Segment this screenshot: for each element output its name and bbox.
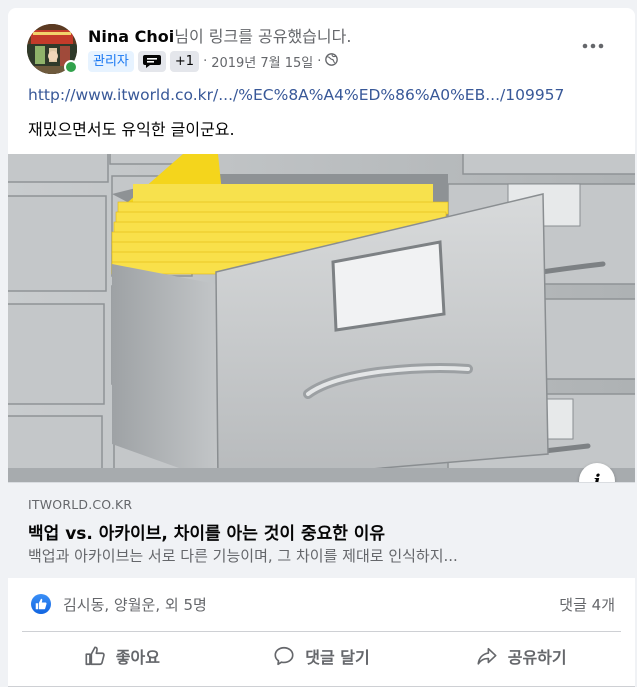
meta-separator: · <box>317 53 322 69</box>
like-reaction-icon[interactable] <box>31 594 51 614</box>
more-options-icon <box>582 43 604 49</box>
post-actions: 좋아요 댓글 달기 공유하기 <box>22 634 621 678</box>
comment-button-label: 댓글 달기 <box>305 648 370 667</box>
like-button-label: 좋아요 <box>115 648 160 667</box>
reactors-summary[interactable]: 김시동, 양월운, 외 5명 <box>63 594 207 615</box>
share-button[interactable]: 공유하기 <box>421 634 621 678</box>
shared-link-url[interactable]: http://www.itworld.co.kr/.../%EC%8A%A4%E… <box>28 86 564 104</box>
link-preview-image[interactable] <box>8 154 635 482</box>
comment-count[interactable]: 댓글 4개 <box>559 594 615 615</box>
comment-icon <box>274 646 294 666</box>
link-description: 백업과 아카이브는 서로 다른 기능이며, 그 차이를 제대로 인식하지... <box>28 547 458 565</box>
author-name[interactable]: Nina Choi <box>88 27 174 46</box>
like-button[interactable]: 좋아요 <box>22 634 222 678</box>
link-title[interactable]: 백업 vs. 아카이브, 차이를 아는 것이 중요한 이유 <box>28 519 385 544</box>
chat-badge-icon[interactable] <box>137 50 166 72</box>
reactions-bar: 김시동, 양월운, 외 5명 댓글 4개 <box>8 586 635 630</box>
globe-icon[interactable] <box>325 52 339 70</box>
thumbs-up-icon <box>85 646 105 666</box>
meta-separator: · <box>203 53 208 69</box>
post-header: Nina Choi님이 링크를 공유했습니다. 관리자 +1 · 2019년 7… <box>8 8 635 88</box>
share-button-label: 공유하기 <box>507 648 567 667</box>
link-site: ITWORLD.CO.KR <box>28 497 133 512</box>
post-date[interactable]: 2019년 7월 15일 <box>211 52 313 71</box>
admin-badge[interactable]: 관리자 <box>88 50 134 72</box>
file-cabinet-image <box>8 154 635 482</box>
comment-button[interactable]: 댓글 달기 <box>222 634 422 678</box>
online-status-dot <box>64 60 78 74</box>
post-card: Nina Choi님이 링크를 공유했습니다. 관리자 +1 · 2019년 7… <box>8 8 635 687</box>
actions-divider <box>22 631 621 632</box>
more-options-button[interactable] <box>575 33 611 59</box>
post-message: 재밌으면서도 유익한 글이군요. <box>28 120 235 139</box>
share-icon <box>477 647 497 665</box>
post-meta: 관리자 +1 · 2019년 7월 15일 · <box>88 50 339 72</box>
author-action-text: 님이 링크를 공유했습니다. <box>174 27 352 46</box>
link-preview-meta[interactable]: ITWORLD.CO.KR 백업 vs. 아카이브, 차이를 아는 것이 중요한… <box>8 482 635 578</box>
author-line: Nina Choi님이 링크를 공유했습니다. <box>88 23 351 47</box>
plus-badge[interactable]: +1 <box>169 50 200 72</box>
